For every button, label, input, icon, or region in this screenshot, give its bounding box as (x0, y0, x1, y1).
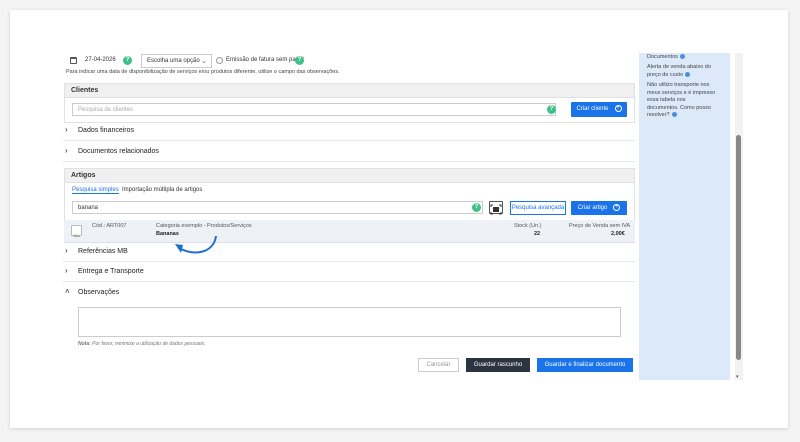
info-icon (685, 71, 691, 77)
chevron-down-icon: ⌄ (201, 58, 207, 65)
paperless-radio[interactable] (216, 57, 223, 64)
articles-title: Artigos (65, 169, 634, 183)
help-link-transport-line3: essa tabela nos (647, 97, 686, 103)
plus-icon: + (614, 104, 622, 112)
section-delivery[interactable]: › Entrega e Transporte (63, 263, 635, 282)
create-article-label: Criar artigo (577, 205, 608, 211)
create-client-label: Criar cliente (576, 106, 609, 112)
save-finalize-button[interactable]: Guardar e finalizar documento (537, 358, 633, 372)
create-article-button[interactable]: Criar artigo + (571, 201, 627, 215)
cancel-button[interactable]: Cancelar (418, 358, 459, 372)
tab-simple-search[interactable]: Pesquisa simples (72, 187, 119, 194)
section-delivery-label: Entrega e Transporte (78, 268, 144, 275)
help-icon[interactable]: ? (472, 203, 481, 212)
help-link-transport[interactable]: Não utilizo transporte nos meus serviços… (647, 82, 715, 120)
date-field[interactable]: 27-04-2026 (85, 57, 116, 63)
advanced-search-button[interactable]: Pesquisa avançada (510, 201, 566, 215)
article-category: Categoria exemplo - Produtos/Serviços (156, 223, 252, 229)
article-search-input[interactable]: banana (72, 201, 483, 214)
date-hint: Para indicar uma data de disponibilizaçã… (66, 69, 340, 75)
privacy-note: Nota: Por favor, minimize a utilização d… (78, 341, 206, 347)
save-draft-button[interactable]: Guardar rascunho (466, 358, 530, 372)
help-link-below-cost-line2: preço de custo (647, 71, 684, 78)
stock-value: 22 (534, 231, 541, 237)
app-frame: 27-04-2026 ? Escolha uma opção ⌄ Emissão… (10, 10, 788, 428)
chevron-right-icon: › (65, 125, 68, 134)
note-text: Por favor, minimize a utilização de dado… (90, 341, 206, 347)
help-icon[interactable]: ? (123, 56, 132, 65)
help-link-transport-line2: meus serviços e é impresso (647, 89, 716, 96)
article-result-row[interactable]: Cód.: ART007 Categoria exemplo - Produto… (64, 220, 635, 243)
scrollbar-thumb[interactable] (736, 135, 741, 360)
section-related-docs[interactable]: › Documentos relacionados (63, 143, 635, 162)
article-code: Cód.: ART007 (92, 223, 127, 229)
help-link-transport-line1: Não utilizo transporte nos (647, 82, 710, 88)
info-icon (679, 54, 685, 60)
barcode-scan-icon[interactable] (489, 201, 503, 215)
select-value: Escolha uma opção (147, 58, 200, 64)
price-label: Preço de Venda sem IVA (569, 223, 631, 229)
chevron-right-icon: › (65, 146, 68, 155)
section-related-docs-label: Documentos relacionados (78, 148, 159, 155)
clients-panel: Clientes Pesquisa de clientes ? Criar cl… (64, 83, 635, 123)
plus-icon: + (613, 203, 621, 211)
observations-textarea[interactable] (78, 307, 621, 337)
help-icon[interactable]: ? (295, 56, 304, 65)
chevron-right-icon: › (65, 266, 68, 275)
scroll-down-icon[interactable]: ▾ (736, 374, 739, 380)
help-sidebar: Documentos Alerta de venda abaixo do pre… (639, 53, 730, 380)
section-observations-label: Observações (78, 289, 120, 296)
section-observations[interactable]: ˄ Observações (63, 284, 635, 303)
note-prefix: Nota: (78, 341, 91, 347)
client-search-input[interactable]: Pesquisa de clientes (72, 103, 556, 116)
stock-label: Stock (Un.) (514, 223, 542, 229)
help-icon[interactable]: ? (547, 105, 556, 114)
section-mb-references-label: Referências MB (78, 248, 128, 255)
help-link-below-cost-line1: Alerta de venda abaixo do (647, 64, 711, 70)
help-link-transport-line4: documentos. Como posso (647, 104, 711, 111)
help-link-documents[interactable]: Documentos (647, 54, 685, 62)
help-link-below-cost[interactable]: Alerta de venda abaixo do preço de custo (647, 64, 711, 79)
price-value: 2,00€ (611, 231, 625, 237)
image-placeholder-icon (71, 225, 82, 237)
help-link-documents-text: Documentos (647, 54, 678, 60)
clients-title: Clientes (65, 84, 634, 98)
section-mb-references[interactable]: › Referências MB (63, 243, 635, 262)
chevron-up-icon: ˄ (65, 287, 70, 296)
chevron-right-icon: › (65, 246, 68, 255)
create-client-button[interactable]: Criar cliente + (571, 102, 627, 117)
section-financial-label: Dados financeiros (78, 127, 135, 134)
section-financial[interactable]: › Dados financeiros (63, 122, 635, 141)
tab-multiple-import[interactable]: Importação múltipla de artigos (122, 187, 202, 193)
help-link-transport-line5: resolver? (647, 112, 670, 118)
document-option-select[interactable]: Escolha uma opção ⌄ (141, 54, 212, 68)
calendar-icon[interactable] (70, 57, 77, 64)
info-icon (671, 112, 677, 118)
paperless-label: Emissão de fatura sem papel (226, 57, 304, 63)
